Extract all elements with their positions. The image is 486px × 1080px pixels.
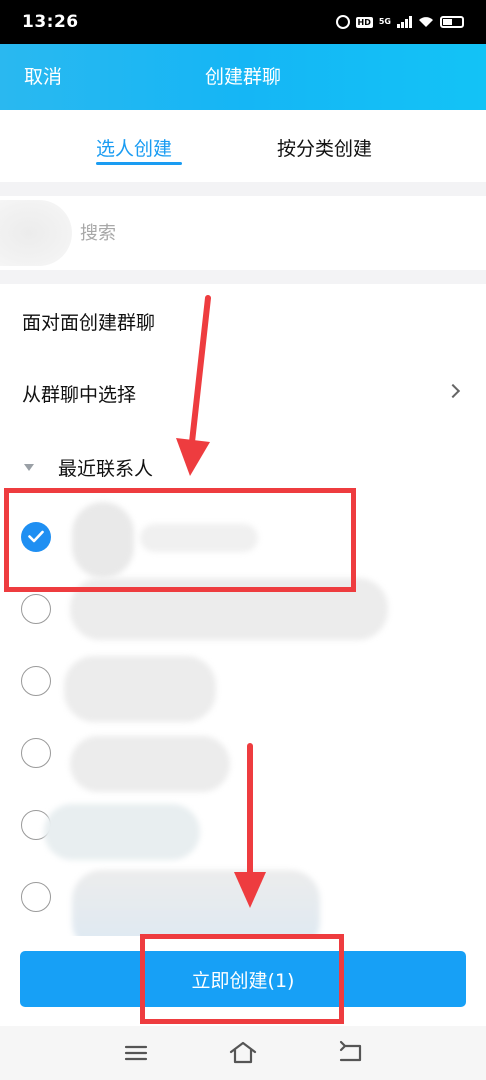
contact-redacted	[44, 804, 200, 860]
hd-badge: HD	[355, 16, 373, 28]
battery-icon	[440, 16, 464, 28]
wifi-icon	[419, 17, 433, 27]
annotation-highlight-box	[4, 488, 356, 592]
network-type: 5G	[378, 17, 391, 26]
checkbox[interactable]	[21, 882, 51, 912]
status-time: 13:26	[22, 12, 79, 32]
search-input[interactable]	[80, 216, 440, 250]
signal-icon	[397, 16, 412, 28]
divider	[0, 270, 486, 284]
back-icon[interactable]	[336, 1040, 366, 1066]
face-to-face-create-row[interactable]: 面对面创建群聊	[0, 286, 486, 358]
tab-bar: 选人创建 按分类创建	[0, 110, 486, 182]
menu-icon[interactable]	[121, 1040, 151, 1066]
divider	[0, 182, 486, 196]
chevron-right-icon	[445, 383, 461, 399]
home-icon[interactable]	[228, 1040, 258, 1066]
expand-triangle-icon	[24, 464, 34, 471]
search-avatar-placeholder	[0, 200, 72, 266]
checkbox[interactable]	[21, 594, 51, 624]
row-label: 从群聊中选择	[22, 384, 137, 406]
annotation-arrow	[234, 743, 266, 908]
status-bar: 13:26 HD 5G	[0, 0, 486, 44]
checkbox[interactable]	[21, 738, 51, 768]
contact-row[interactable]	[0, 646, 486, 722]
page-title: 创建群聊	[204, 66, 281, 88]
create-group-screen: 13:26 HD 5G 取消 创建群聊 选人创建 按分类创建 面对面创	[0, 0, 486, 1080]
alarm-icon	[335, 15, 350, 29]
contact-redacted	[70, 736, 230, 792]
status-icons: HD 5G	[335, 15, 464, 29]
row-label: 面对面创建群聊	[22, 312, 156, 334]
tab-select-people[interactable]: 选人创建	[96, 134, 172, 161]
contact-redacted	[64, 656, 216, 722]
active-tab-indicator	[96, 162, 182, 165]
search-bar	[0, 196, 486, 270]
title-bar: 取消 创建群聊	[0, 44, 486, 110]
section-label: 最近联系人	[58, 458, 154, 480]
annotation-arrow	[176, 295, 211, 476]
select-from-groups-row[interactable]: 从群聊中选择	[0, 358, 486, 430]
checkbox[interactable]	[21, 666, 51, 696]
annotation-highlight-box	[140, 934, 344, 1024]
tab-by-category[interactable]: 按分类创建	[277, 134, 372, 161]
system-nav-bar	[0, 1026, 486, 1080]
recent-contacts-header[interactable]: 最近联系人	[0, 432, 486, 488]
